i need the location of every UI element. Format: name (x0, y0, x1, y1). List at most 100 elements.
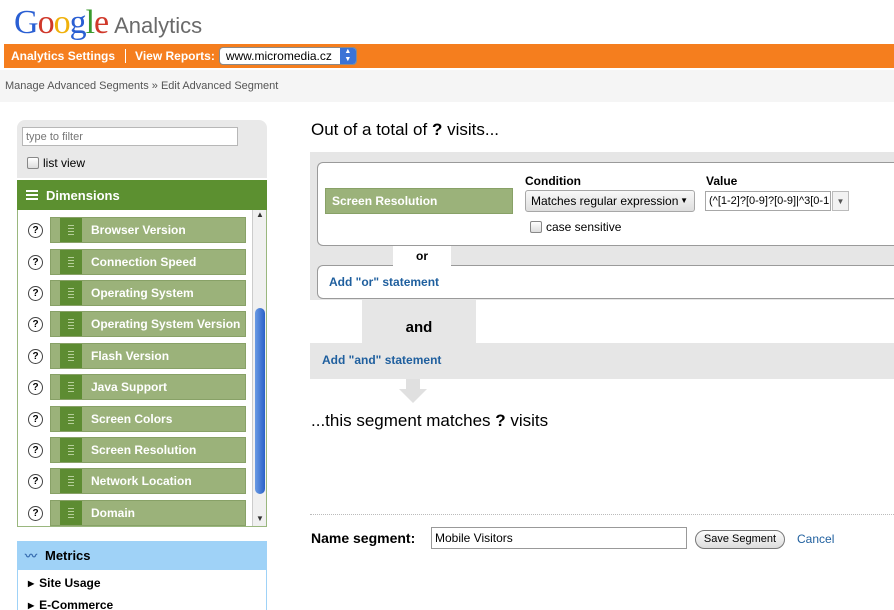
top-nav-bar: Analytics Settings View Reports: www.mic… (4, 44, 894, 68)
dimension-chip[interactable]: Operating System (50, 280, 246, 306)
analytics-page: Google Analytics Analytics Settings View… (0, 0, 894, 610)
metric-category[interactable]: ▶ Site Usage (28, 576, 101, 590)
dimension-chip[interactable]: Browser Version (50, 217, 246, 243)
save-segment-button[interactable]: Save Segment (695, 530, 785, 549)
filter-input[interactable] (22, 127, 238, 146)
condition-select-value: Matches regular expression (531, 194, 679, 208)
segment-name-input[interactable] (431, 527, 687, 549)
dimension-item[interactable]: ? Screen Colors (28, 406, 246, 432)
dimension-chip[interactable]: Network Location (50, 468, 246, 494)
dimension-chip[interactable]: Domain (50, 500, 246, 526)
help-icon[interactable]: ? (28, 505, 43, 521)
logo-letter: g (69, 4, 87, 41)
dimension-chip[interactable]: Screen Colors (50, 406, 246, 432)
dimension-label: Domain (91, 506, 136, 520)
list-icon (26, 188, 38, 202)
help-icon[interactable]: ? (28, 442, 43, 458)
dimension-item[interactable]: ? Domain (28, 500, 246, 526)
view-reports-label: View Reports: (135, 49, 215, 63)
condition-select[interactable]: Matches regular expression ▼ (525, 190, 695, 212)
dimension-item[interactable]: ? Network Location (28, 468, 246, 494)
dimensions-list: ▲ ▼ ? Browser Version? Connection Speed? Op… (17, 210, 267, 527)
metric-category[interactable]: ▶ E-Commerce (28, 598, 113, 610)
matches-suffix: visits (505, 411, 549, 430)
drag-handle-icon[interactable] (60, 218, 82, 242)
google-analytics-logo[interactable]: Google Analytics (14, 4, 202, 44)
name-segment-label: Name segment: (311, 530, 416, 546)
list-view-label: list view (43, 156, 86, 170)
logo-letter: o (37, 4, 55, 41)
and-tab: and (362, 300, 476, 344)
help-icon[interactable]: ? (28, 348, 43, 364)
drag-handle-icon[interactable] (60, 312, 82, 336)
divider (310, 514, 894, 515)
drag-handle-icon[interactable] (60, 344, 82, 368)
scroll-thumb[interactable] (255, 308, 265, 494)
case-sensitive-checkbox[interactable] (530, 221, 542, 233)
expand-arrow-icon: ▶ (28, 600, 35, 610)
logo-letter: e (94, 4, 109, 41)
expand-arrow-icon: ▶ (28, 578, 35, 588)
dimension-label: Operating System Version (91, 317, 241, 331)
drag-handle-icon[interactable] (60, 281, 82, 305)
dimension-chip[interactable]: Java Support (50, 374, 246, 400)
matches-visits-value: ? (495, 411, 506, 430)
dimension-item[interactable]: ? Screen Resolution (28, 437, 246, 463)
help-icon[interactable]: ? (28, 285, 43, 301)
drag-handle-icon[interactable] (60, 250, 82, 274)
chevron-down-icon: ▼ (680, 196, 688, 205)
help-icon[interactable]: ? (28, 254, 43, 270)
dimension-label: Screen Colors (91, 412, 173, 426)
drag-handle-icon[interactable] (60, 375, 82, 399)
logo-letter: l (85, 4, 96, 41)
dimension-item[interactable]: ? Flash Version (28, 343, 246, 369)
value-input[interactable]: (^[1-2]?[0-9]?[0-9]|^3[0-1 (705, 191, 831, 211)
dimension-item[interactable]: ? Java Support (28, 374, 246, 400)
google-logo-text: Google (14, 4, 109, 42)
list-view-toggle[interactable]: list view (27, 156, 85, 170)
analytics-logo-text: Analytics (114, 13, 203, 38)
value-dropdown-icon[interactable]: ▼ (832, 191, 849, 211)
dimensions-scrollbar[interactable]: ▲ ▼ (252, 210, 266, 526)
dimension-item[interactable]: ? Connection Speed (28, 249, 246, 275)
help-icon[interactable]: ? (28, 316, 43, 332)
total-visits-heading: Out of a total of ? visits... (311, 120, 499, 140)
drag-handle-icon[interactable] (60, 438, 82, 462)
dimension-chip[interactable]: Flash Version (50, 343, 246, 369)
add-or-statement-link[interactable]: Add "or" statement (329, 275, 439, 289)
filter-box: list view (17, 120, 267, 178)
total-prefix: Out of a total of (311, 120, 432, 139)
analytics-settings-link[interactable]: Analytics Settings (4, 49, 115, 63)
dimension-chip[interactable]: Screen Resolution (50, 437, 246, 463)
scroll-down-icon[interactable]: ▼ (253, 514, 266, 526)
metrics-header[interactable]: 〰 Metrics (17, 541, 267, 570)
scroll-up-icon[interactable]: ▲ (253, 210, 266, 222)
dimension-item[interactable]: ? Operating System Version (28, 311, 246, 337)
dimension-chip[interactable]: Connection Speed (50, 249, 246, 275)
help-icon[interactable]: ? (28, 222, 43, 238)
and-gap-left (310, 312, 362, 344)
drag-handle-icon[interactable] (60, 469, 82, 493)
dimension-item[interactable]: ? Operating System (28, 280, 246, 306)
help-icon[interactable]: ? (28, 379, 43, 395)
dimensions-header[interactable]: Dimensions (17, 180, 267, 210)
dimension-chip-screen-resolution[interactable]: Screen Resolution (325, 188, 513, 214)
dimension-chip[interactable]: Operating System Version (50, 311, 246, 337)
case-sensitive-toggle[interactable]: case sensitive (530, 220, 621, 234)
help-icon[interactable]: ? (28, 411, 43, 427)
total-visits-value: ? (431, 120, 443, 139)
breadcrumb: Manage Advanced Segments » Edit Advanced… (5, 80, 279, 92)
dimension-item[interactable]: ? Browser Version (28, 217, 246, 243)
list-view-checkbox[interactable] (27, 157, 39, 169)
drag-handle-icon[interactable] (60, 501, 82, 525)
add-and-statement-link[interactable]: Add "and" statement (322, 353, 441, 367)
cancel-link[interactable]: Cancel (797, 532, 834, 546)
logo-letter: o (53, 4, 71, 41)
help-icon[interactable]: ? (28, 473, 43, 489)
or-label: or (393, 246, 451, 266)
site-select[interactable]: www.micromedia.cz ▲ ▼ (218, 47, 357, 65)
metric-category-label: Site Usage (39, 576, 101, 590)
dimension-label: Screen Resolution (91, 443, 197, 457)
drag-handle-icon[interactable] (60, 407, 82, 431)
value-label: Value (706, 174, 738, 188)
